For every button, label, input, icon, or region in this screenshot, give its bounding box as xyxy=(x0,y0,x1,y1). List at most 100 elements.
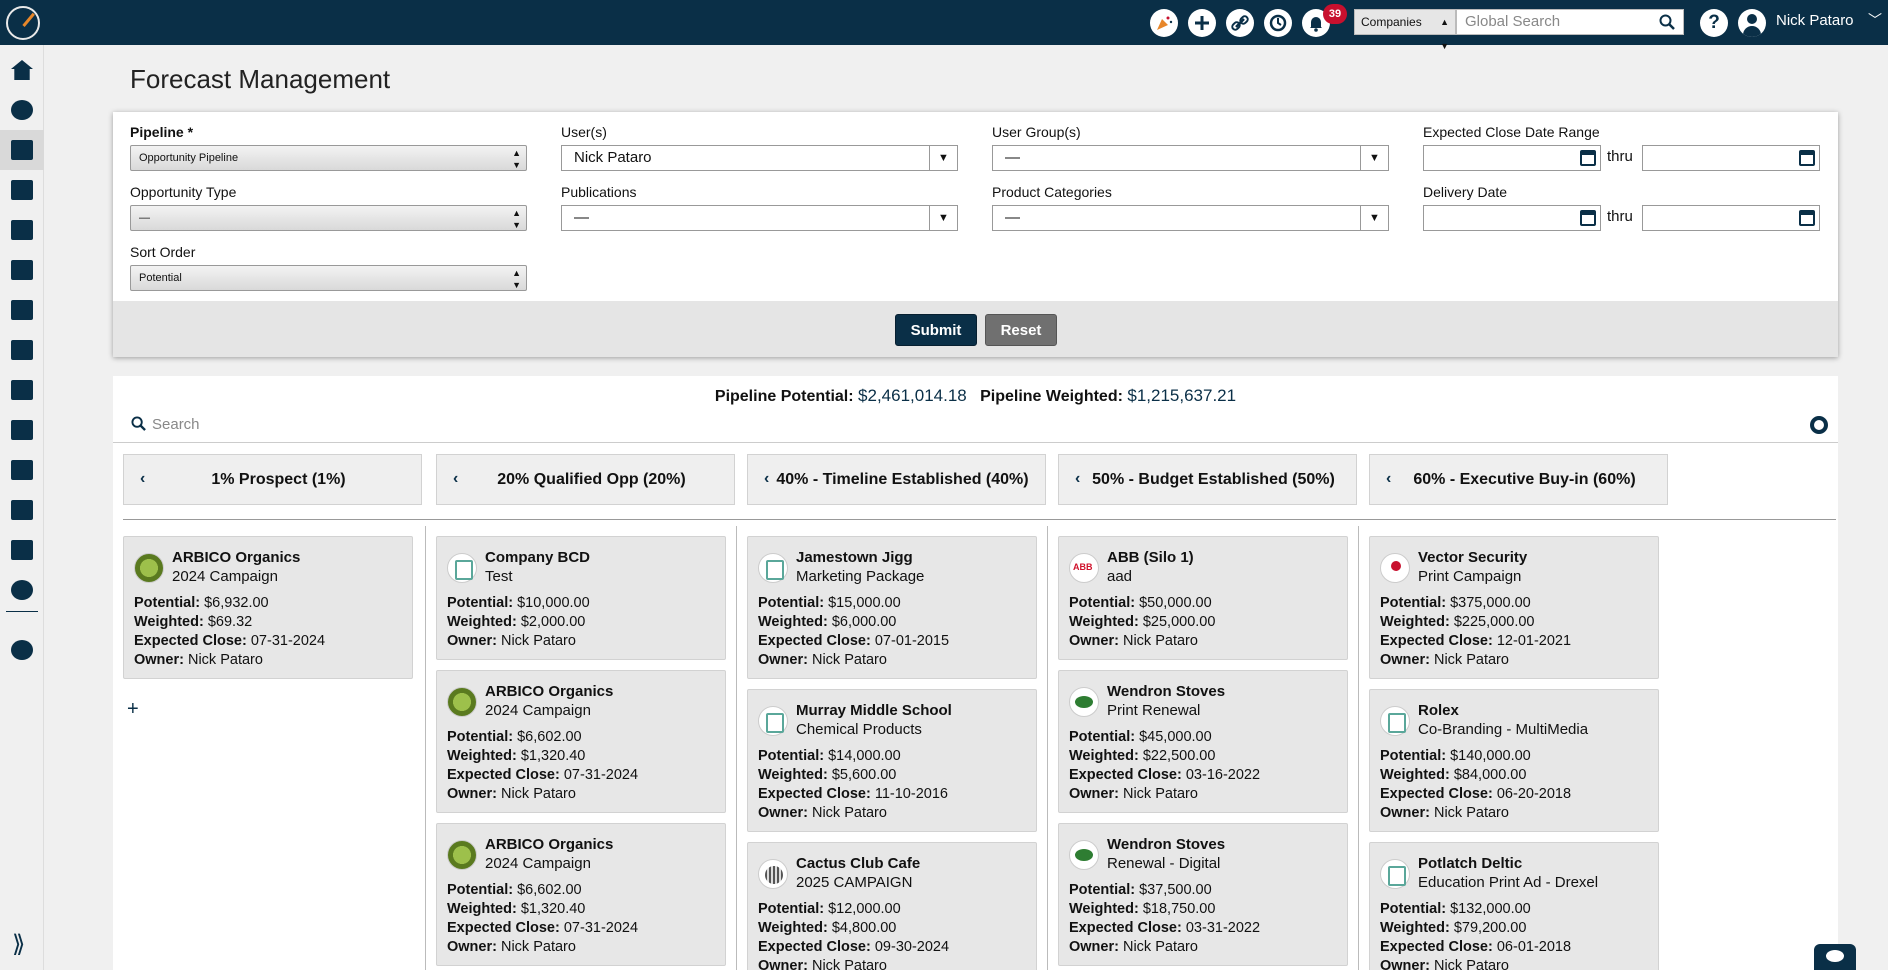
chevron-down-icon[interactable]: ▼ xyxy=(1360,146,1388,170)
delivery-date-to-input[interactable] xyxy=(1642,205,1820,231)
sort-order-select[interactable]: Potential ▲ ▼ xyxy=(130,265,527,291)
pipeline-select[interactable]: Opportunity Pipeline ▲ ▼ xyxy=(130,145,527,171)
card-details: Potential: $14,000.00 Weighted: $5,600.00… xyxy=(758,747,948,823)
expected-close-value: 12-01-2021 xyxy=(1496,633,1572,649)
sidebar-item-mailbox[interactable] xyxy=(0,410,44,450)
stage-header[interactable]: ‹ 40% - Timeline Established (40%) xyxy=(747,454,1046,505)
sidebar-item-document[interactable] xyxy=(0,210,44,250)
avatar[interactable] xyxy=(1738,9,1766,37)
celebration-icon[interactable] xyxy=(1150,9,1178,37)
sidebar-item-tax-form[interactable] xyxy=(0,490,44,530)
sidebar-item-settings[interactable] xyxy=(0,630,44,670)
calendar-icon[interactable] xyxy=(1799,150,1815,166)
expand-sidebar-icon[interactable]: ⟫ xyxy=(12,930,25,959)
sidebar-item-cart[interactable] xyxy=(0,330,44,370)
sidebar-item-handshake[interactable] xyxy=(0,130,44,170)
sidebar-item-calendar[interactable] xyxy=(0,370,44,410)
company-name[interactable]: Wendron Stoves xyxy=(1107,836,1225,853)
app-logo-icon[interactable] xyxy=(6,6,40,40)
opportunity-card[interactable]: Vector Security Print Campaign Potential: … xyxy=(1369,536,1659,679)
pipeline-weighted-value: $1,215,637.21 xyxy=(1127,386,1237,405)
owner-label: Owner: xyxy=(1380,652,1430,668)
stage-header[interactable]: ‹ 20% Qualified Opp (20%) xyxy=(436,454,735,505)
company-name[interactable]: Company BCD xyxy=(485,549,590,566)
company-name[interactable]: Jamestown Jigg xyxy=(796,549,913,566)
publications-combobox[interactable]: — ▼ xyxy=(561,205,958,231)
company-name[interactable]: Rolex xyxy=(1418,702,1459,719)
company-name[interactable]: ARBICO Organics xyxy=(172,549,300,566)
sidebar-item-tasks[interactable] xyxy=(0,290,44,330)
company-name[interactable]: ABB (Silo 1) xyxy=(1107,549,1194,566)
home-icon xyxy=(11,60,33,80)
chat-icon[interactable] xyxy=(1814,944,1856,970)
stage-title: 40% - Timeline Established (40%) xyxy=(776,471,1029,488)
sidebar-item-analytics[interactable] xyxy=(0,570,44,610)
potential-label: Potential: xyxy=(447,729,514,745)
board-search-input[interactable]: Search xyxy=(131,416,200,435)
calendar-icon[interactable] xyxy=(1799,210,1815,226)
opportunity-type-select[interactable]: — ▲ ▼ xyxy=(130,205,527,231)
delivery-date-from-input[interactable] xyxy=(1423,205,1601,231)
chevron-down-icon[interactable]: ▼ xyxy=(1360,206,1388,230)
opportunity-card[interactable]: Wendron Stoves Renewal - Digital Potential… xyxy=(1058,823,1348,966)
opportunity-card[interactable]: Rolex Co-Branding - MultiMedia Potential: … xyxy=(1369,689,1659,832)
opportunity-card[interactable]: Wendron Stoves Print Renewal Potential: $4… xyxy=(1058,670,1348,813)
history-icon[interactable] xyxy=(1264,9,1292,37)
company-name[interactable]: Vector Security xyxy=(1418,549,1527,566)
sidebar-item-home[interactable] xyxy=(0,50,44,90)
stage-header[interactable]: ‹ 50% - Budget Established (50%) xyxy=(1058,454,1357,505)
company-name[interactable]: ARBICO Organics xyxy=(485,683,613,700)
add-icon[interactable] xyxy=(1188,9,1216,37)
gear-icon[interactable] xyxy=(1810,416,1828,434)
opportunity-card[interactable]: Company BCD Test Potential: $10,000.00 Weig… xyxy=(436,536,726,660)
opportunity-card[interactable]: ARBICO Organics 2024 Campaign Potential: $… xyxy=(436,670,726,813)
search-type-select[interactable]: Companies ▲ ▼ xyxy=(1354,9,1456,51)
calendar-icon[interactable] xyxy=(1580,150,1596,166)
chevron-down-icon[interactable]: ﹀ xyxy=(1868,10,1882,30)
stage-header[interactable]: ‹ 1% Prospect (1%) xyxy=(123,454,422,505)
company-name[interactable]: Cactus Club Cafe xyxy=(796,855,920,872)
submit-button[interactable]: Submit xyxy=(895,314,977,346)
help-icon[interactable]: ? xyxy=(1700,9,1728,37)
company-name[interactable]: Potlatch Deltic xyxy=(1418,855,1522,872)
pipeline-label: Pipeline * xyxy=(130,124,194,140)
calendar-icon[interactable] xyxy=(1580,210,1596,226)
opportunity-card[interactable]: ABB (Silo 1) aad Potential: $50,000.00Weig… xyxy=(1058,536,1348,660)
opportunity-card[interactable]: ARBICO Organics 2024 Campaign Potential: $… xyxy=(123,536,413,679)
opportunity-card[interactable]: Murray Middle School Chemical Products Pot… xyxy=(747,689,1037,832)
link-icon[interactable] xyxy=(1226,9,1254,37)
global-search-input[interactable]: Global Search xyxy=(1456,9,1684,35)
chevron-down-icon[interactable]: ▼ xyxy=(929,146,957,170)
sidebar-item-mail[interactable] xyxy=(0,530,44,570)
chevron-down-icon[interactable]: ▼ xyxy=(929,206,957,230)
company-logo-icon xyxy=(447,687,477,717)
product-categories-combobox[interactable]: — ▼ xyxy=(992,205,1389,231)
user-name[interactable]: Nick Pataro xyxy=(1776,12,1854,29)
close-date-to-input[interactable] xyxy=(1642,145,1820,171)
sidebar-item-delivery[interactable] xyxy=(0,450,44,490)
search-icon[interactable] xyxy=(1659,14,1675,38)
add-opportunity-icon[interactable]: + xyxy=(127,698,139,721)
company-name[interactable]: Murray Middle School xyxy=(796,702,952,719)
opportunity-card[interactable]: Potlatch Deltic Education Print Ad - Drex… xyxy=(1369,842,1659,970)
sidebar-item-billing[interactable] xyxy=(0,250,44,290)
opportunity-card[interactable]: Cactus Club Cafe 2025 CAMPAIGN Potential: … xyxy=(747,842,1037,970)
opportunity-card[interactable]: ARBICO Organics 2024 Campaign Potential: $… xyxy=(436,823,726,966)
sidebar-item-contacts[interactable] xyxy=(0,90,44,130)
card-details: Potential: $37,500.00 Weighted: $18,750.0… xyxy=(1069,881,1260,957)
opportunity-card[interactable]: Jamestown Jigg Marketing Package Potential… xyxy=(747,536,1037,679)
users-combobox[interactable]: Nick Pataro ▼ xyxy=(561,145,958,171)
owner-label: Owner: xyxy=(758,805,808,821)
reset-button[interactable]: Reset xyxy=(985,314,1057,346)
company-name[interactable]: ARBICO Organics xyxy=(485,836,613,853)
company-logo-icon xyxy=(758,859,788,889)
sidebar-item-media[interactable] xyxy=(0,170,44,210)
company-name[interactable]: Wendron Stoves xyxy=(1107,683,1225,700)
product-categories-value: — xyxy=(1005,209,1020,226)
user-groups-combobox[interactable]: — ▼ xyxy=(992,145,1389,171)
pipeline-value: Opportunity Pipeline xyxy=(139,152,239,164)
potential-value: $37,500.00 xyxy=(1139,882,1212,898)
close-date-from-input[interactable] xyxy=(1423,145,1601,171)
close-date-thru-label: thru xyxy=(1607,148,1633,165)
stage-header[interactable]: ‹ 60% - Executive Buy-in (60%) xyxy=(1369,454,1668,505)
